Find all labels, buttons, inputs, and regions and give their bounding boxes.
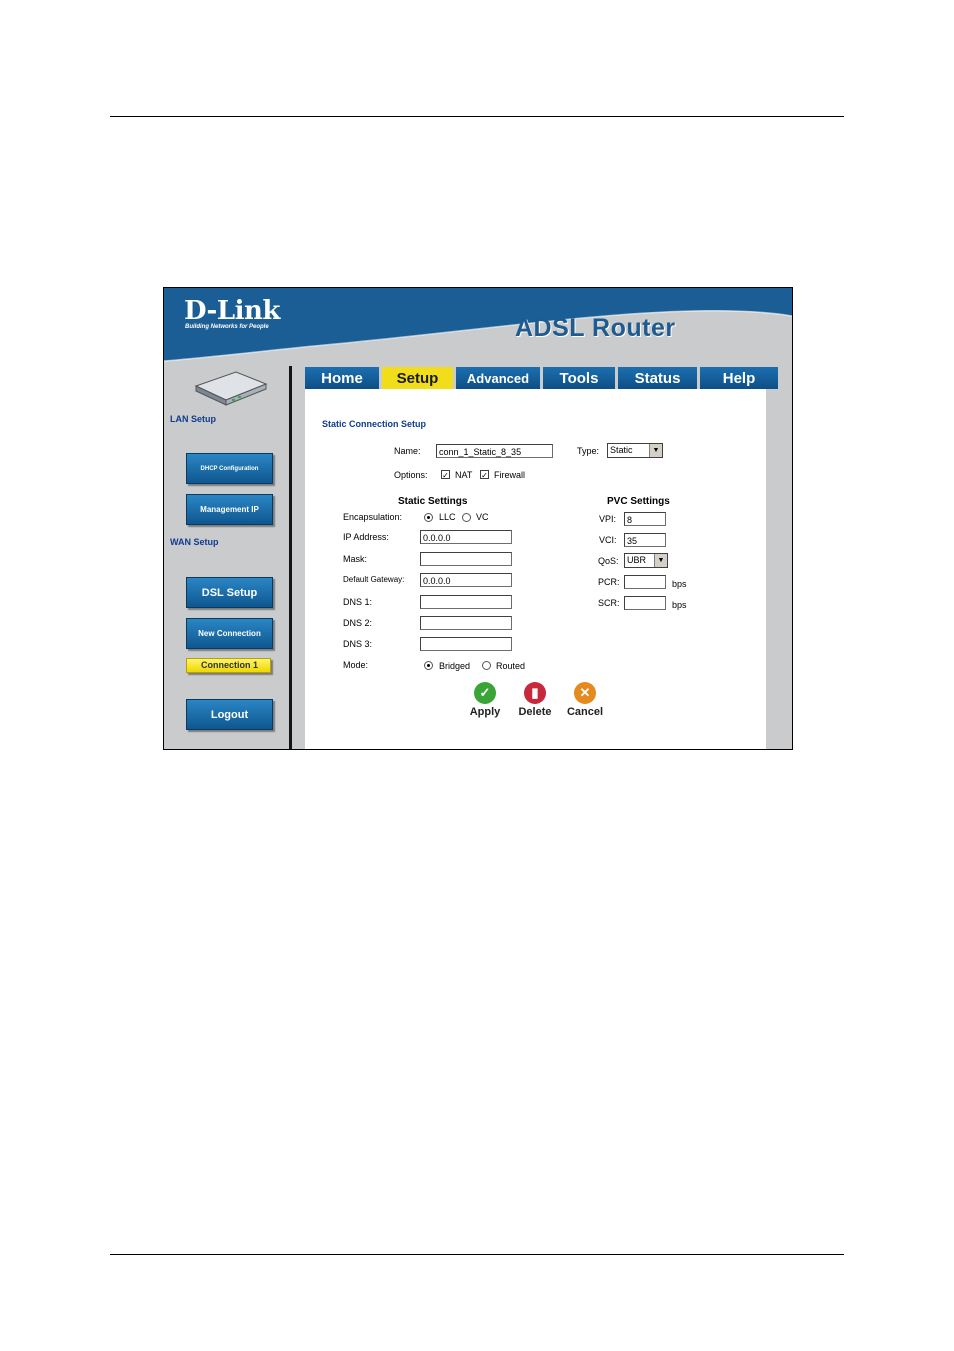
pcr-unit: bps xyxy=(672,579,687,589)
dns1-input[interactable] xyxy=(420,595,512,609)
tab-bar: Home Setup Advanced Tools Status Help xyxy=(305,367,778,389)
type-label: Type: xyxy=(577,446,600,456)
cancel-label: Cancel xyxy=(566,706,604,718)
form-title: Static Connection Setup xyxy=(322,419,427,429)
dhcp-configuration-button[interactable]: DHCP Configuration xyxy=(186,453,273,484)
default-gateway-input[interactable]: 0.0.0.0 xyxy=(420,573,512,587)
name-label: Name: xyxy=(394,446,421,456)
delete-label: Delete xyxy=(518,706,552,718)
name-input[interactable]: conn_1_Static_8_35 xyxy=(436,444,553,458)
type-select[interactable]: Static ▼ xyxy=(607,443,663,458)
x-icon: ✕ xyxy=(574,682,596,704)
encap-llc-radio[interactable] xyxy=(424,513,433,522)
router-device-icon xyxy=(194,371,268,406)
tab-help[interactable]: Help xyxy=(700,367,778,389)
delete-button[interactable]: ▮ Delete xyxy=(510,682,560,718)
sidebar-divider xyxy=(289,366,292,749)
firewall-label: Firewall xyxy=(494,470,526,480)
tab-advanced[interactable]: Advanced xyxy=(456,367,543,389)
dsl-setup-button[interactable]: DSL Setup xyxy=(186,577,273,608)
dns1-label: DNS 1: xyxy=(343,597,373,607)
mask-input[interactable] xyxy=(420,552,512,566)
tab-tools[interactable]: Tools xyxy=(543,367,618,389)
pcr-label: PCR: xyxy=(598,577,620,587)
dns2-input[interactable] xyxy=(420,616,512,630)
page-top-rule xyxy=(110,116,844,117)
default-gateway-label: Default Gateway: xyxy=(343,575,405,584)
vpi-label: VPI: xyxy=(599,514,617,524)
cancel-button[interactable]: ✕ Cancel xyxy=(560,682,610,718)
mode-bridged-label: Bridged xyxy=(439,661,471,671)
new-connection-button[interactable]: New Connection xyxy=(186,618,273,649)
check-icon: ✓ xyxy=(474,682,496,704)
sidebar: LAN Setup DHCP Configuration Management … xyxy=(164,363,290,749)
vci-label: VCI: xyxy=(599,535,617,545)
router-screenshot: D-Link Building Networks for People ADSL… xyxy=(163,287,793,750)
apply-label: Apply xyxy=(469,706,501,718)
encap-vc-label: VC xyxy=(476,512,489,522)
scr-label: SCR: xyxy=(598,598,620,608)
logo-tagline: Building Networks for People xyxy=(185,324,269,330)
qos-select[interactable]: UBR ▼ xyxy=(624,553,668,568)
firewall-checkbox[interactable]: ✓ xyxy=(480,470,489,480)
vpi-input[interactable]: 8 xyxy=(624,512,666,526)
lan-setup-heading: LAN Setup xyxy=(170,414,216,424)
nat-label: NAT xyxy=(455,470,473,480)
tab-home[interactable]: Home xyxy=(305,367,382,389)
mode-label: Mode: xyxy=(343,660,369,670)
scr-unit: bps xyxy=(672,600,687,610)
main-content: Static Connection Setup Name: conn_1_Sta… xyxy=(305,389,766,749)
dns3-input[interactable] xyxy=(420,637,512,651)
vci-input[interactable]: 35 xyxy=(624,533,666,547)
static-settings-heading: Static Settings xyxy=(398,496,468,507)
nat-checkbox[interactable]: ✓ xyxy=(441,470,450,480)
chevron-down-icon: ▼ xyxy=(649,444,662,457)
dns3-label: DNS 3: xyxy=(343,639,373,649)
chevron-down-icon: ▼ xyxy=(654,554,667,567)
qos-select-value: UBR xyxy=(627,555,647,565)
connection-1-button[interactable]: Connection 1 xyxy=(186,658,271,673)
type-select-value: Static xyxy=(610,445,633,455)
header-banner: D-Link Building Networks for People ADSL… xyxy=(164,288,792,363)
pvc-settings-heading: PVC Settings xyxy=(607,496,670,507)
encap-llc-label: LLC xyxy=(439,512,456,522)
ip-address-input[interactable]: 0.0.0.0 xyxy=(420,530,512,544)
qos-label: QoS: xyxy=(598,556,619,566)
wan-setup-heading: WAN Setup xyxy=(170,537,219,547)
mode-routed-label: Routed xyxy=(496,661,526,671)
apply-button[interactable]: ✓ Apply xyxy=(460,682,510,718)
mode-bridged-radio[interactable] xyxy=(424,661,433,670)
pcr-input[interactable] xyxy=(624,575,666,589)
encapsulation-label: Encapsulation: xyxy=(343,512,403,522)
tab-status[interactable]: Status xyxy=(618,367,700,389)
logout-button[interactable]: Logout xyxy=(186,699,273,730)
mode-routed-radio[interactable] xyxy=(482,661,491,670)
trash-icon: ▮ xyxy=(524,682,546,704)
scr-input[interactable] xyxy=(624,596,666,610)
tab-setup[interactable]: Setup xyxy=(382,367,456,389)
ip-address-label: IP Address: xyxy=(343,532,389,542)
encap-vc-radio[interactable] xyxy=(462,513,471,522)
dlink-logo: D-Link xyxy=(184,296,280,326)
page-bottom-rule xyxy=(110,1254,844,1255)
product-title: ADSL Router xyxy=(515,314,676,342)
management-ip-button[interactable]: Management IP xyxy=(186,494,273,525)
dns2-label: DNS 2: xyxy=(343,618,373,628)
options-label: Options: xyxy=(394,470,428,480)
mask-label: Mask: xyxy=(343,554,368,564)
